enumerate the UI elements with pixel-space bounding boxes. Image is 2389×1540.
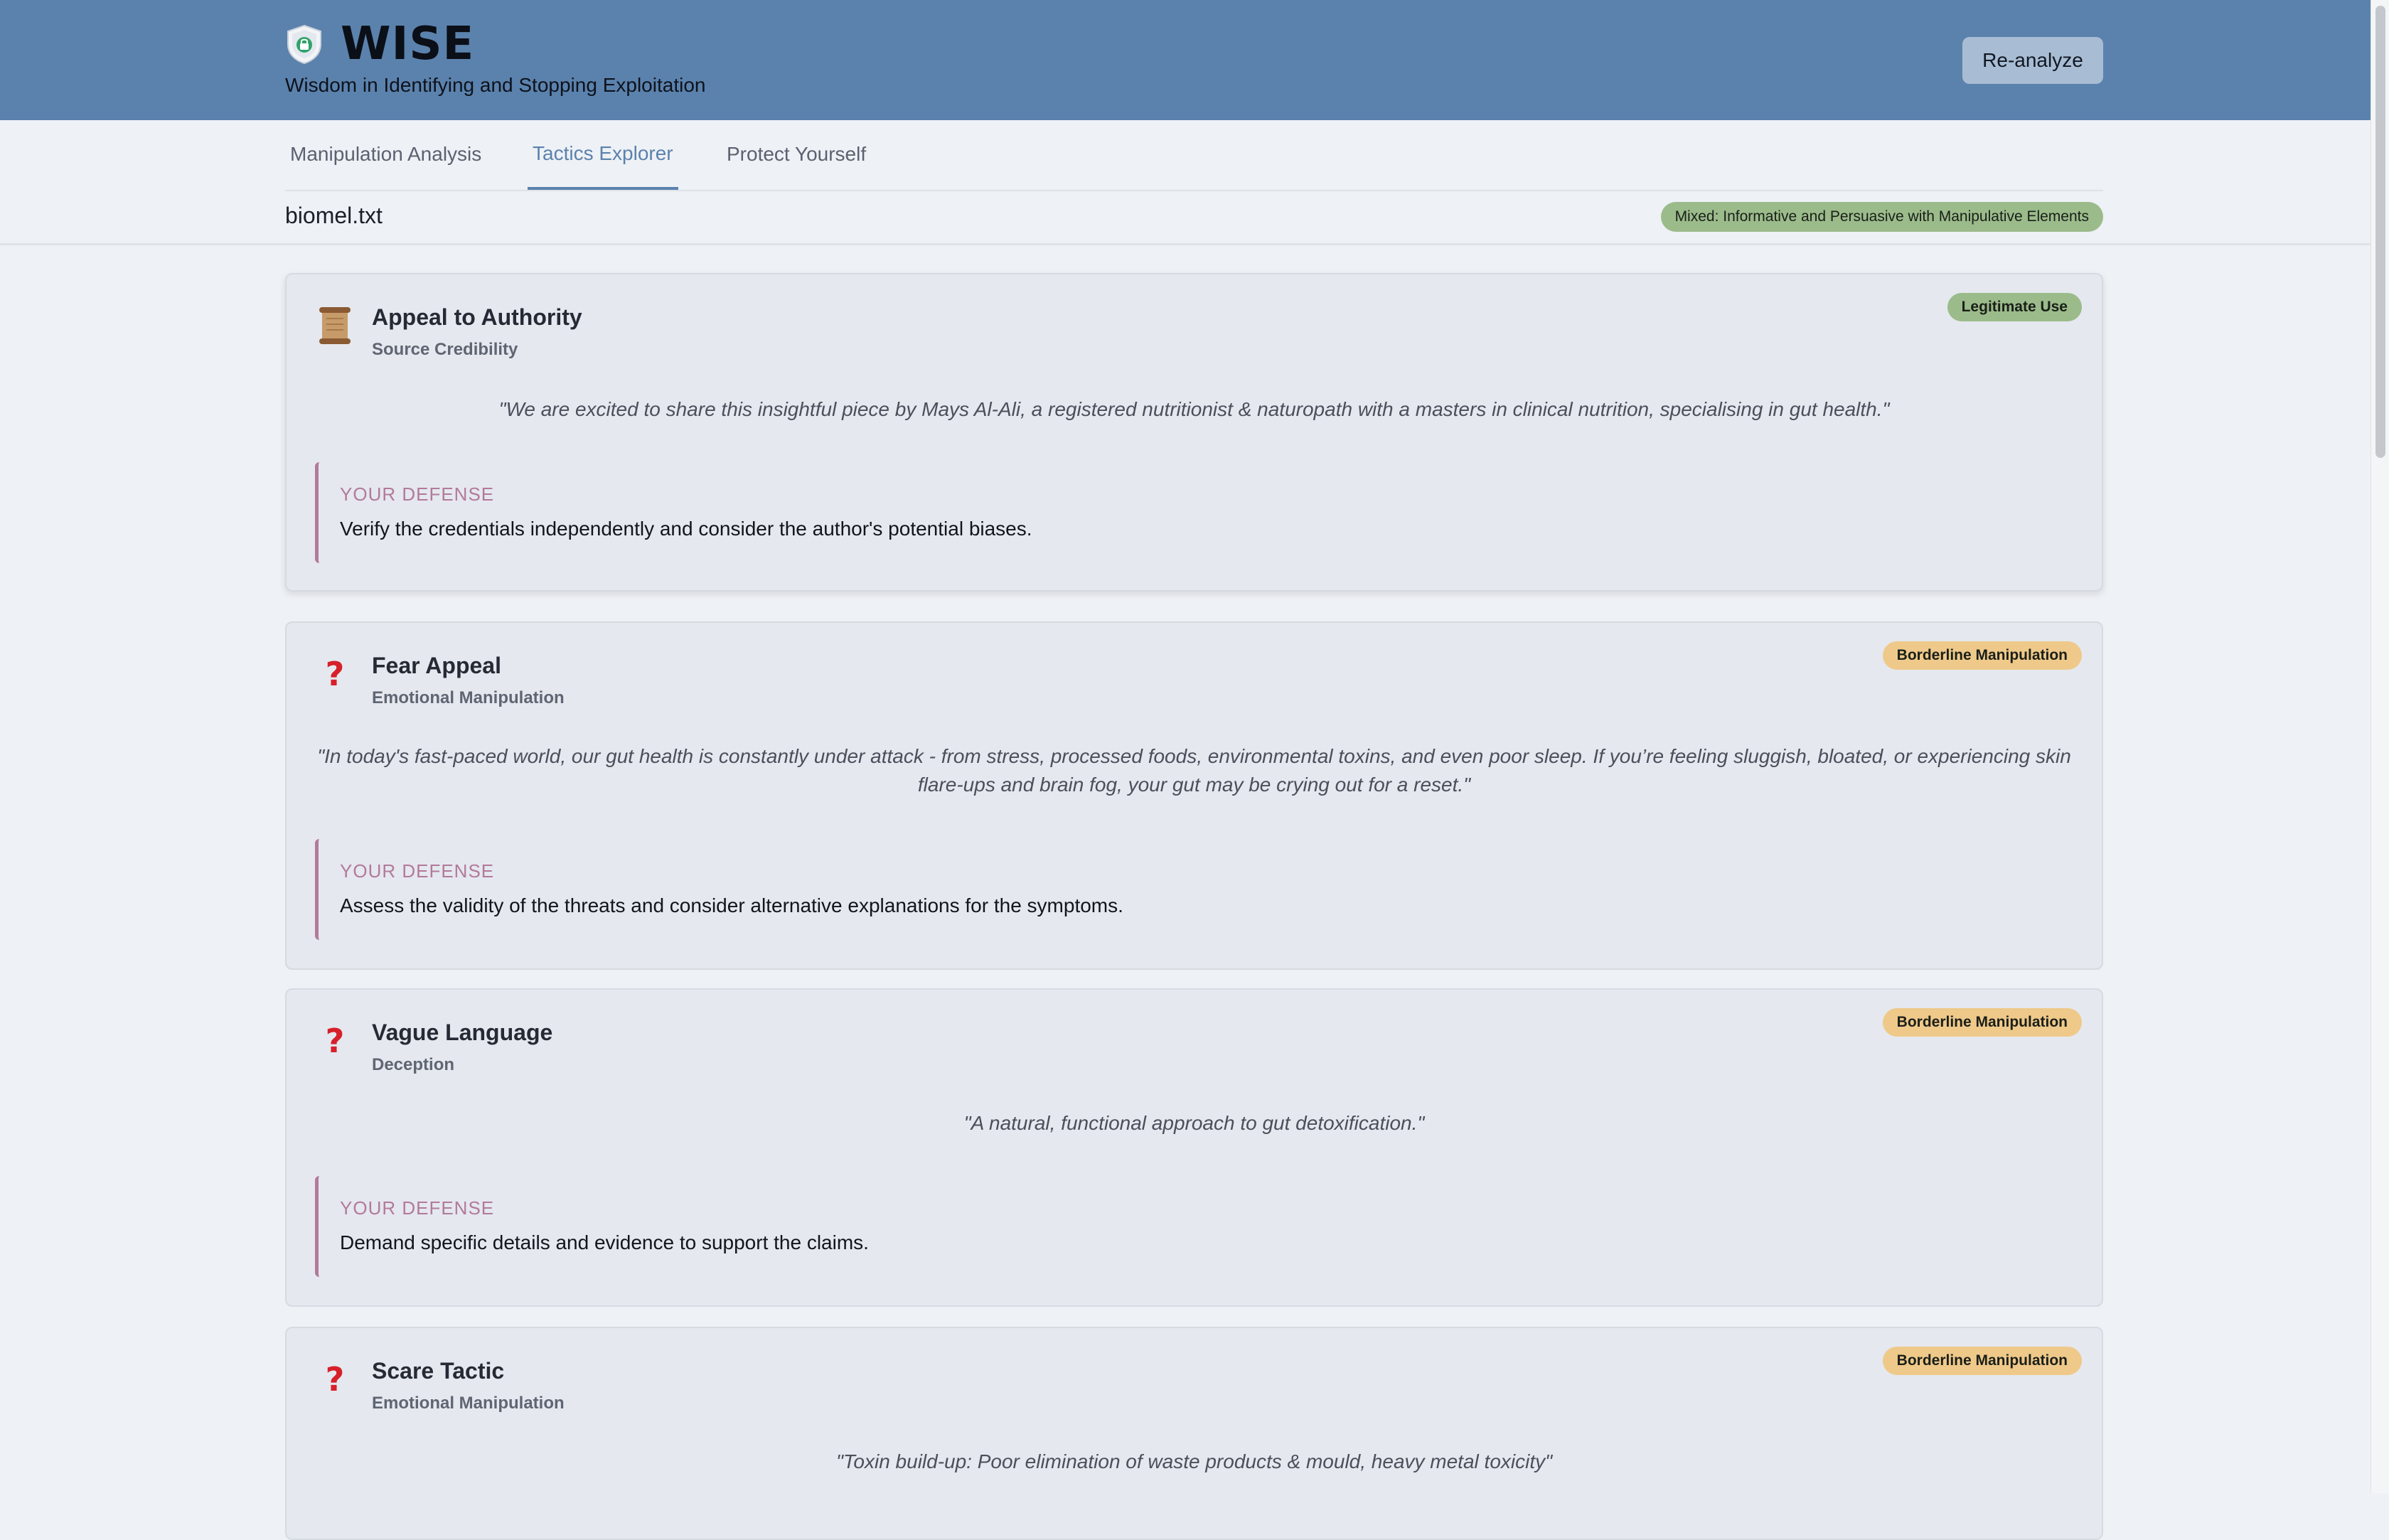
tactic-category: Deception <box>372 1055 455 1074</box>
tactic-badge: Borderline Manipulation <box>1882 1008 2082 1037</box>
tactic-name: Fear Appeal <box>372 653 501 678</box>
page-scrollbar[interactable] <box>2371 0 2389 1493</box>
question-mark-icon: ? <box>325 1360 345 1399</box>
defense-text: Assess the validity of the threats and c… <box>340 894 1123 916</box>
question-mark-icon: ? <box>325 1022 345 1060</box>
tactic-badge: Borderline Manipulation <box>1882 641 2082 670</box>
tactic-quote: "Toxin build-up: Poor elimination of was… <box>835 1450 1553 1472</box>
tactic-category: Emotional Manipulation <box>372 688 565 707</box>
logo: WISE <box>285 21 474 67</box>
defense-label: YOUR DEFENSE <box>340 483 495 505</box>
tab-bar: Manipulation Analysis Tactics Explorer P… <box>285 120 2103 191</box>
tactic-badge: Legitimate Use <box>1947 293 2082 321</box>
defense-box: YOUR DEFENSE Assess the validity of the … <box>315 839 2073 940</box>
scroll-icon <box>315 304 355 347</box>
tactic-card: ? Fear Appeal Emotional Manipulation Bor… <box>285 621 2103 970</box>
defense-text: Verify the credentials independently and… <box>340 518 1032 540</box>
tactic-quote: "In today's fast-paced world, our gut he… <box>317 745 2071 796</box>
tab-manipulation-analysis[interactable]: Manipulation Analysis <box>285 120 486 188</box>
tactic-name: Scare Tactic <box>372 1358 505 1384</box>
defense-label: YOUR DEFENSE <box>340 860 495 882</box>
tactic-card: Appeal to Authority Source Credibility L… <box>285 273 2103 592</box>
tactic-card: ? Scare Tactic Emotional Manipulation Bo… <box>285 1327 2103 1540</box>
tactic-category: Emotional Manipulation <box>372 1394 565 1413</box>
defense-box: YOUR DEFENSE Verify the credentials inde… <box>315 462 2073 563</box>
app-title: WISE <box>341 18 475 70</box>
tactic-name: Appeal to Authority <box>372 304 582 330</box>
reanalyze-button[interactable]: Re-analyze <box>1962 37 2103 84</box>
app-tagline: Wisdom in Identifying and Stopping Explo… <box>285 74 706 96</box>
question-mark-icon: ? <box>325 655 345 693</box>
tactic-card: ? Vague Language Deception Borderline Ma… <box>285 988 2103 1307</box>
file-bar: biomel.txt Mixed: Informative and Persua… <box>0 191 2371 245</box>
tab-tactics-explorer[interactable]: Tactics Explorer <box>528 120 678 190</box>
classification-badge: Mixed: Informative and Persuasive with M… <box>1660 202 2103 232</box>
scrollbar-thumb[interactable] <box>2375 6 2385 458</box>
defense-text: Demand specific details and evidence to … <box>340 1231 869 1253</box>
tactic-category: Source Credibility <box>372 340 518 359</box>
defense-box: YOUR DEFENSE Demand specific details and… <box>315 1176 2073 1277</box>
tactic-name: Vague Language <box>372 1020 553 1045</box>
tactic-quote: "We are excited to share this insightful… <box>498 398 1890 420</box>
defense-label: YOUR DEFENSE <box>340 1197 495 1219</box>
shield-lock-icon <box>287 24 321 64</box>
tab-protect-yourself[interactable]: Protect Yourself <box>722 120 871 188</box>
tactic-badge: Borderline Manipulation <box>1882 1347 2082 1375</box>
tactic-quote: "A natural, functional approach to gut d… <box>963 1112 1425 1134</box>
app-header: WISE Wisdom in Identifying and Stopping … <box>0 0 2371 120</box>
file-name: biomel.txt <box>285 203 383 228</box>
